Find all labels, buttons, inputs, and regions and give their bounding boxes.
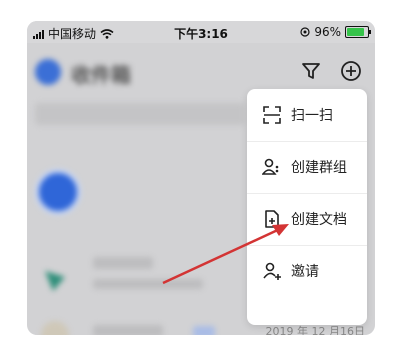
invite-user-icon bbox=[261, 260, 283, 282]
header-actions bbox=[297, 57, 365, 85]
menu-item-label: 创建文档 bbox=[291, 212, 347, 228]
battery-percent: 96% bbox=[314, 25, 341, 39]
chat-avatar-icon bbox=[45, 271, 65, 291]
menu-item-label: 邀请 bbox=[291, 264, 319, 280]
inbox-title: 收件箱 bbox=[71, 63, 131, 87]
group-icon bbox=[261, 156, 283, 178]
menu-item-scan[interactable]: 扫一扫 bbox=[247, 89, 367, 142]
add-button[interactable] bbox=[337, 57, 365, 85]
menu-item-create-document[interactable]: 创建文档 bbox=[247, 193, 367, 246]
document-add-icon bbox=[261, 208, 283, 230]
status-right: 96% bbox=[300, 25, 371, 39]
orientation-lock-icon bbox=[300, 27, 310, 37]
search-bar[interactable] bbox=[35, 103, 245, 125]
chat-title bbox=[93, 325, 163, 335]
plus-circle-icon bbox=[341, 61, 361, 81]
menu-item-label: 扫一扫 bbox=[291, 108, 333, 124]
phone-screen: 中国移动 下午3:16 96% 收件箱 2019 年 12 月16日 扫一扫 创… bbox=[27, 21, 375, 335]
avatar[interactable] bbox=[35, 59, 61, 85]
battery-cap bbox=[369, 30, 371, 34]
chat-badge bbox=[193, 326, 215, 335]
battery-icon bbox=[345, 26, 371, 38]
chat-avatar bbox=[41, 321, 69, 335]
scan-icon bbox=[261, 104, 283, 126]
menu-item-create-group[interactable]: 创建群组 bbox=[247, 141, 367, 194]
battery-fill bbox=[347, 28, 364, 36]
filter-button[interactable] bbox=[297, 57, 325, 85]
app-shortcut[interactable] bbox=[35, 169, 81, 215]
chat-preview bbox=[93, 279, 203, 289]
menu-item-label: 创建群组 bbox=[291, 160, 347, 176]
status-bar: 中国移动 下午3:16 96% bbox=[27, 21, 375, 43]
menu-item-invite[interactable]: 邀请 bbox=[247, 245, 367, 297]
chat-title bbox=[93, 257, 153, 269]
popup-menu: 扫一扫 创建群组 创建文档 邀请 bbox=[247, 89, 367, 325]
filter-icon bbox=[302, 63, 320, 79]
